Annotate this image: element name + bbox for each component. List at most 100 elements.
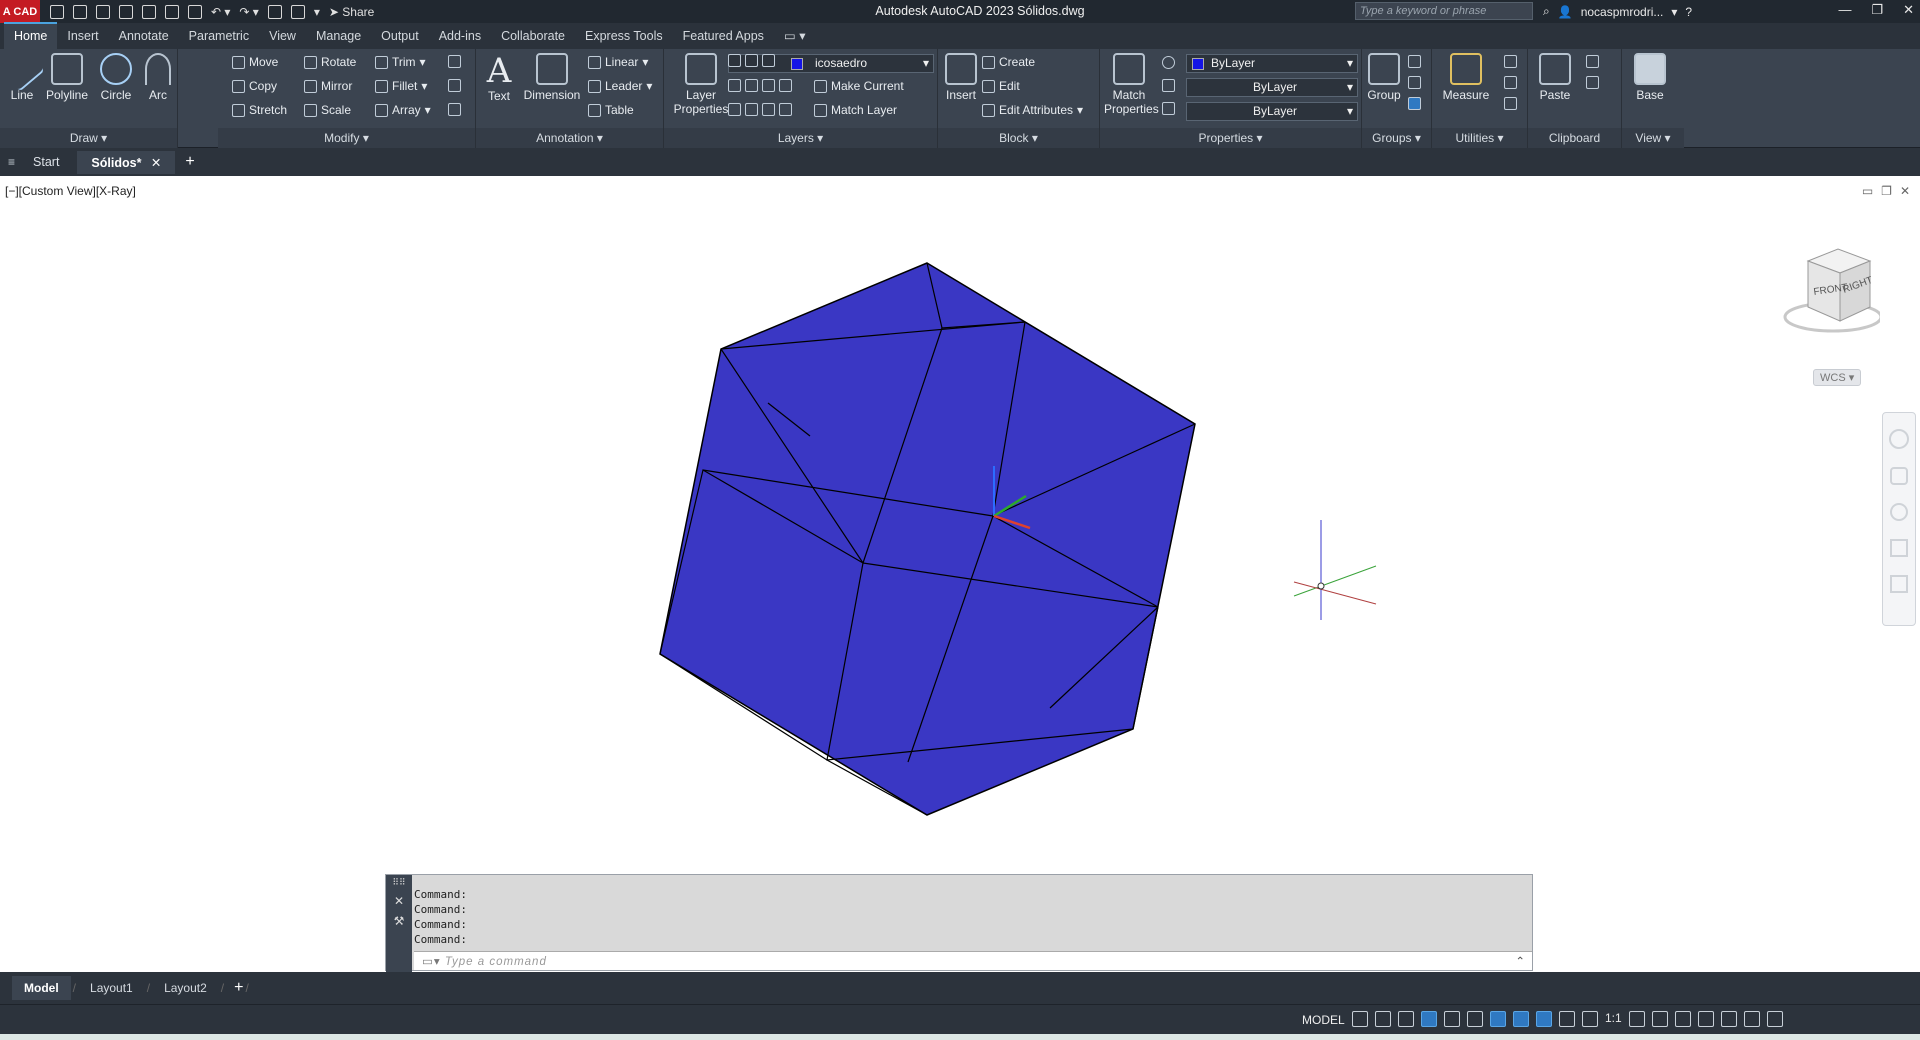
workspace-icon[interactable] — [290, 4, 305, 19]
tab-view[interactable]: View — [259, 24, 306, 49]
properties-panel-footer[interactable]: Properties ▾ — [1100, 128, 1361, 148]
quick-select-icon[interactable] — [1504, 55, 1517, 68]
sun-icon[interactable] — [745, 54, 758, 67]
isolate-objects-icon[interactable] — [1720, 1011, 1737, 1027]
orbit-icon[interactable] — [1890, 539, 1908, 557]
cart-icon[interactable]: ▾ — [1671, 5, 1677, 19]
layer-lock-icon[interactable] — [779, 79, 792, 92]
offset-button[interactable] — [448, 103, 461, 116]
pan-hand-icon[interactable] — [1890, 467, 1908, 485]
color-wheel-icon[interactable] — [1162, 56, 1175, 69]
showmotion-icon[interactable] — [1890, 575, 1908, 593]
line-button[interactable]: Line — [0, 46, 45, 102]
tab-solidos[interactable]: Sólidos* ✕ — [77, 150, 176, 174]
help-icon[interactable]: ? — [1685, 5, 1692, 19]
insert-button[interactable]: Insert — [942, 53, 980, 102]
fillet-button[interactable]: Fillet ▾ — [375, 79, 427, 93]
leader-button[interactable]: Leader ▾ — [588, 79, 652, 93]
annotation-scale-icon[interactable] — [1582, 1011, 1598, 1027]
snap-icon[interactable] — [1375, 1011, 1391, 1027]
tab-express-tools[interactable]: Express Tools — [575, 24, 673, 49]
make-current-button[interactable]: Make Current — [814, 79, 904, 93]
workspace-gear-icon[interactable] — [1628, 1011, 1645, 1027]
edit-attributes-button[interactable]: Edit Attributes ▾ — [982, 103, 1083, 117]
search-icon[interactable]: ⌕ — [1543, 4, 1550, 19]
linear-button[interactable]: Linear ▾ — [588, 55, 648, 69]
group-edit-icon[interactable] — [1408, 76, 1421, 89]
clipboard-panel-footer[interactable]: Clipboard — [1528, 128, 1621, 148]
infer-constraints-icon[interactable] — [1398, 1011, 1414, 1027]
share-button[interactable]: ➤ Share — [329, 5, 374, 19]
calculator-icon[interactable] — [1504, 97, 1517, 110]
steering-wheel-icon[interactable] — [1889, 429, 1909, 449]
layer-on-icon[interactable] — [728, 103, 741, 116]
block-panel-footer[interactable]: Block ▾ — [938, 128, 1099, 148]
groups-panel-footer[interactable]: Groups ▾ — [1362, 128, 1431, 148]
layer-thaw-icon[interactable] — [762, 103, 775, 116]
save-to-web-icon[interactable] — [165, 4, 179, 19]
zoom-icon[interactable] — [1890, 503, 1908, 521]
customize-wrench-icon[interactable]: ⚒ — [386, 914, 412, 928]
scale-value[interactable]: 1:1 — [1605, 1011, 1622, 1027]
icosahedron-solid[interactable] — [659, 262, 1196, 816]
mirror-button[interactable]: Mirror — [304, 79, 352, 93]
layer-unisolate-icon[interactable] — [745, 103, 758, 116]
polar-tracking-icon[interactable] — [1444, 1011, 1460, 1027]
group-selection-icon[interactable] — [1408, 97, 1421, 110]
linetype-icon[interactable] — [1162, 102, 1175, 115]
rotate-button[interactable]: Rotate — [304, 55, 356, 69]
annotation-panel-footer[interactable]: Annotation ▾ — [476, 128, 663, 148]
bulb-icon[interactable] — [728, 54, 741, 67]
polyline-button[interactable]: Polyline — [44, 53, 90, 102]
publish-icon[interactable] — [267, 4, 282, 19]
tab-layout2[interactable]: Layout2 — [152, 976, 219, 1000]
auto-scale-icon[interactable] — [1559, 1011, 1575, 1027]
trim-button[interactable]: Trim ▾ — [375, 55, 426, 69]
arc-button[interactable]: Arc — [144, 53, 172, 102]
close-command-icon[interactable]: ✕ — [386, 894, 412, 908]
layer-off-icon[interactable] — [728, 79, 741, 92]
grid-icon[interactable] — [1352, 1011, 1368, 1027]
new-tab-button[interactable]: + — [185, 153, 194, 171]
tab-output[interactable]: Output — [371, 24, 429, 49]
lineweight-dropdown[interactable]: ByLayer ▾ — [1186, 102, 1358, 121]
layers-panel-footer[interactable]: Layers ▾ — [664, 128, 937, 148]
open-file-icon[interactable] — [73, 4, 87, 19]
paste-button[interactable]: Paste — [1536, 53, 1574, 102]
tab-insert[interactable]: Insert — [57, 24, 108, 49]
layer-unlock-icon[interactable] — [779, 103, 792, 116]
object-snap-icon[interactable] — [1513, 1011, 1529, 1027]
create-block-button[interactable]: Create — [982, 55, 1035, 69]
cut-icon[interactable] — [1586, 55, 1599, 68]
tab-manage[interactable]: Manage — [306, 24, 371, 49]
measure-button[interactable]: Measure — [1438, 53, 1494, 102]
annotation-visibility-icon[interactable] — [1536, 1011, 1552, 1027]
search-input[interactable]: Type a keyword or phrase — [1355, 2, 1533, 20]
undo-icon[interactable]: ↶ ▾ — [211, 5, 230, 19]
user-name[interactable]: nocaspmrodri... — [1581, 5, 1664, 19]
customize-status-icon[interactable] — [1766, 1011, 1783, 1027]
fullscreen-icon[interactable] — [1743, 1011, 1760, 1027]
customize-qat-icon[interactable]: ▾ — [314, 5, 320, 19]
lock-icon[interactable] — [762, 54, 775, 67]
tab-parametric[interactable]: Parametric — [179, 24, 259, 49]
scale-button[interactable]: Scale — [304, 103, 351, 117]
tab-add-ins[interactable]: Add-ins — [429, 24, 491, 49]
move-button[interactable]: Move — [232, 55, 278, 69]
save-icon[interactable] — [96, 4, 110, 19]
explode-button[interactable] — [448, 79, 461, 92]
linetype-dropdown[interactable]: ByLayer ▾ — [1186, 78, 1358, 97]
ortho-icon[interactable] — [1421, 1011, 1437, 1027]
save-as-icon[interactable] — [119, 4, 133, 19]
annotation-monitor-icon[interactable] — [1651, 1011, 1668, 1027]
close-icon[interactable]: ✕ — [1903, 2, 1914, 18]
ungroup-icon[interactable] — [1408, 55, 1421, 68]
match-layer-button[interactable]: Match Layer — [814, 103, 897, 117]
ribbon-minimize-icon[interactable]: ▭ ▾ — [774, 23, 816, 49]
grip-icon[interactable]: ⠿⠿ — [386, 877, 412, 888]
command-input[interactable]: ▭▾ Type a command ⌃ — [414, 951, 1532, 970]
isodraft-icon[interactable] — [1467, 1011, 1483, 1027]
utilities-panel-footer[interactable]: Utilities ▾ — [1432, 128, 1527, 148]
layer-properties-button[interactable]: Layer Properties — [668, 53, 734, 116]
drawing-canvas[interactable] — [0, 176, 1920, 876]
